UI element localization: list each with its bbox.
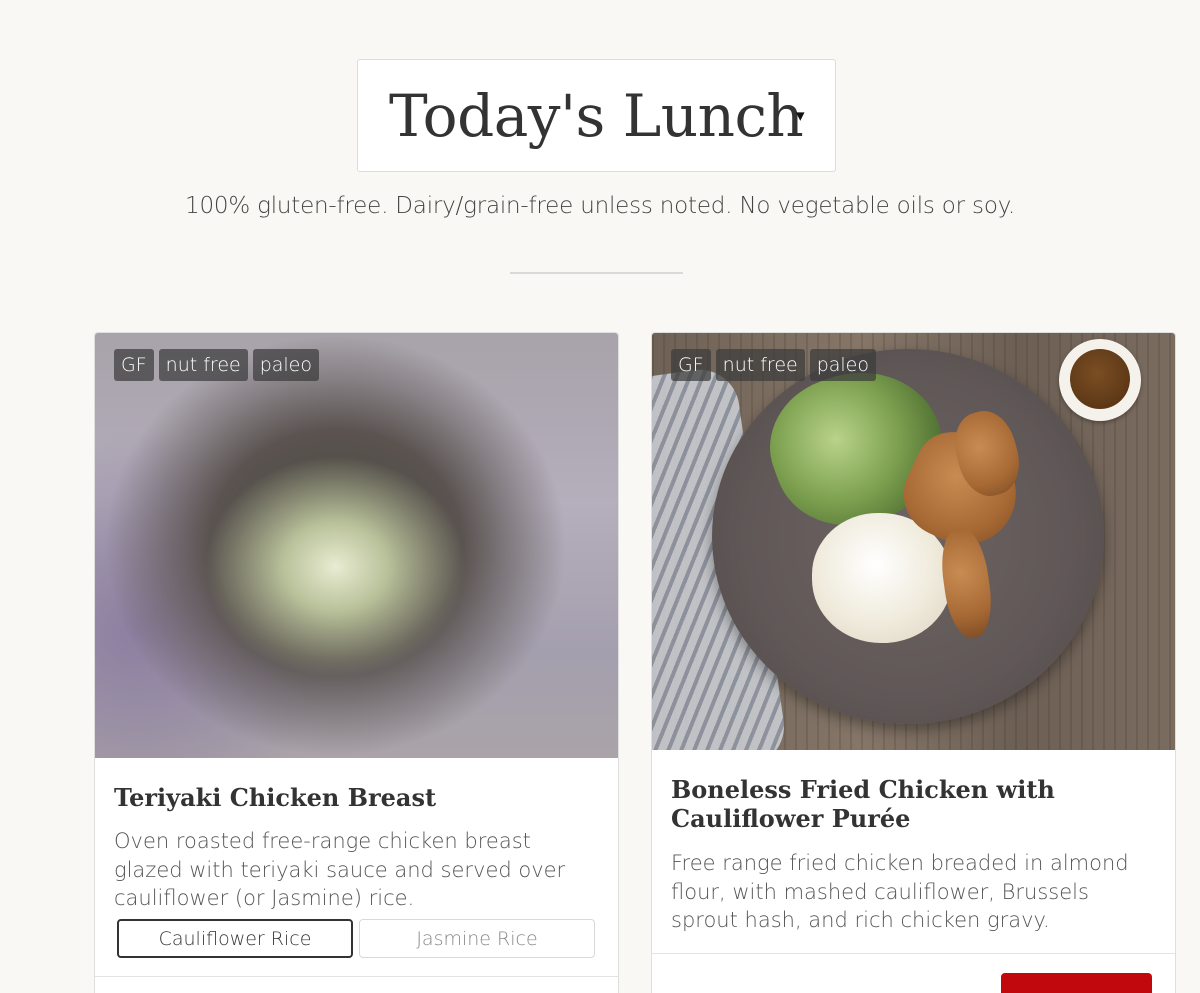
tag-nut-free: nut free	[158, 349, 248, 381]
tag-list: GF nut free paleo	[114, 349, 319, 381]
tag-gf: GF	[114, 349, 154, 381]
menu-item-title: Boneless Fried Chicken with Cauliflower …	[671, 775, 1055, 833]
menu-item-title: Teriyaki Chicken Breast	[114, 783, 437, 812]
menu-selector[interactable]: Today's Lunch ▾	[357, 59, 836, 172]
tag-nut-free: nut free	[715, 349, 805, 381]
card-footer-divider	[95, 976, 618, 977]
gravy	[1070, 349, 1130, 409]
side-options: Cauliflower Rice Jasmine Rice	[117, 919, 595, 958]
menu-item-description: Free range fried chicken breaded in almo…	[671, 851, 1129, 932]
menu-item-card: GF nut free paleo Teriyaki Chicken Breas…	[94, 332, 619, 993]
section-divider	[510, 272, 683, 274]
tag-list: GF nut free paleo	[671, 349, 876, 381]
option-jasmine-rice[interactable]: Jasmine Rice	[359, 919, 595, 958]
food-photo[interactable]	[95, 333, 618, 758]
tag-gf: GF	[671, 349, 711, 381]
option-cauliflower-rice[interactable]: Cauliflower Rice	[117, 919, 353, 958]
menu-item-description: Oven roasted free-range chicken breast g…	[114, 829, 566, 910]
food-photo[interactable]	[652, 333, 1175, 750]
page-title: Today's Lunch	[389, 81, 804, 150]
menu-item-card: GF nut free paleo Boneless Fried Chicken…	[651, 332, 1176, 993]
tag-paleo: paleo	[252, 349, 319, 381]
caret-down-icon: ▾	[796, 106, 805, 125]
dietary-note: 100% gluten-free. Dairy/grain-free unles…	[185, 193, 1015, 219]
tag-paleo: paleo	[809, 349, 876, 381]
add-to-order-button[interactable]	[1001, 973, 1152, 993]
blurred-photo-placeholder	[95, 333, 618, 758]
card-footer-divider	[652, 953, 1175, 954]
